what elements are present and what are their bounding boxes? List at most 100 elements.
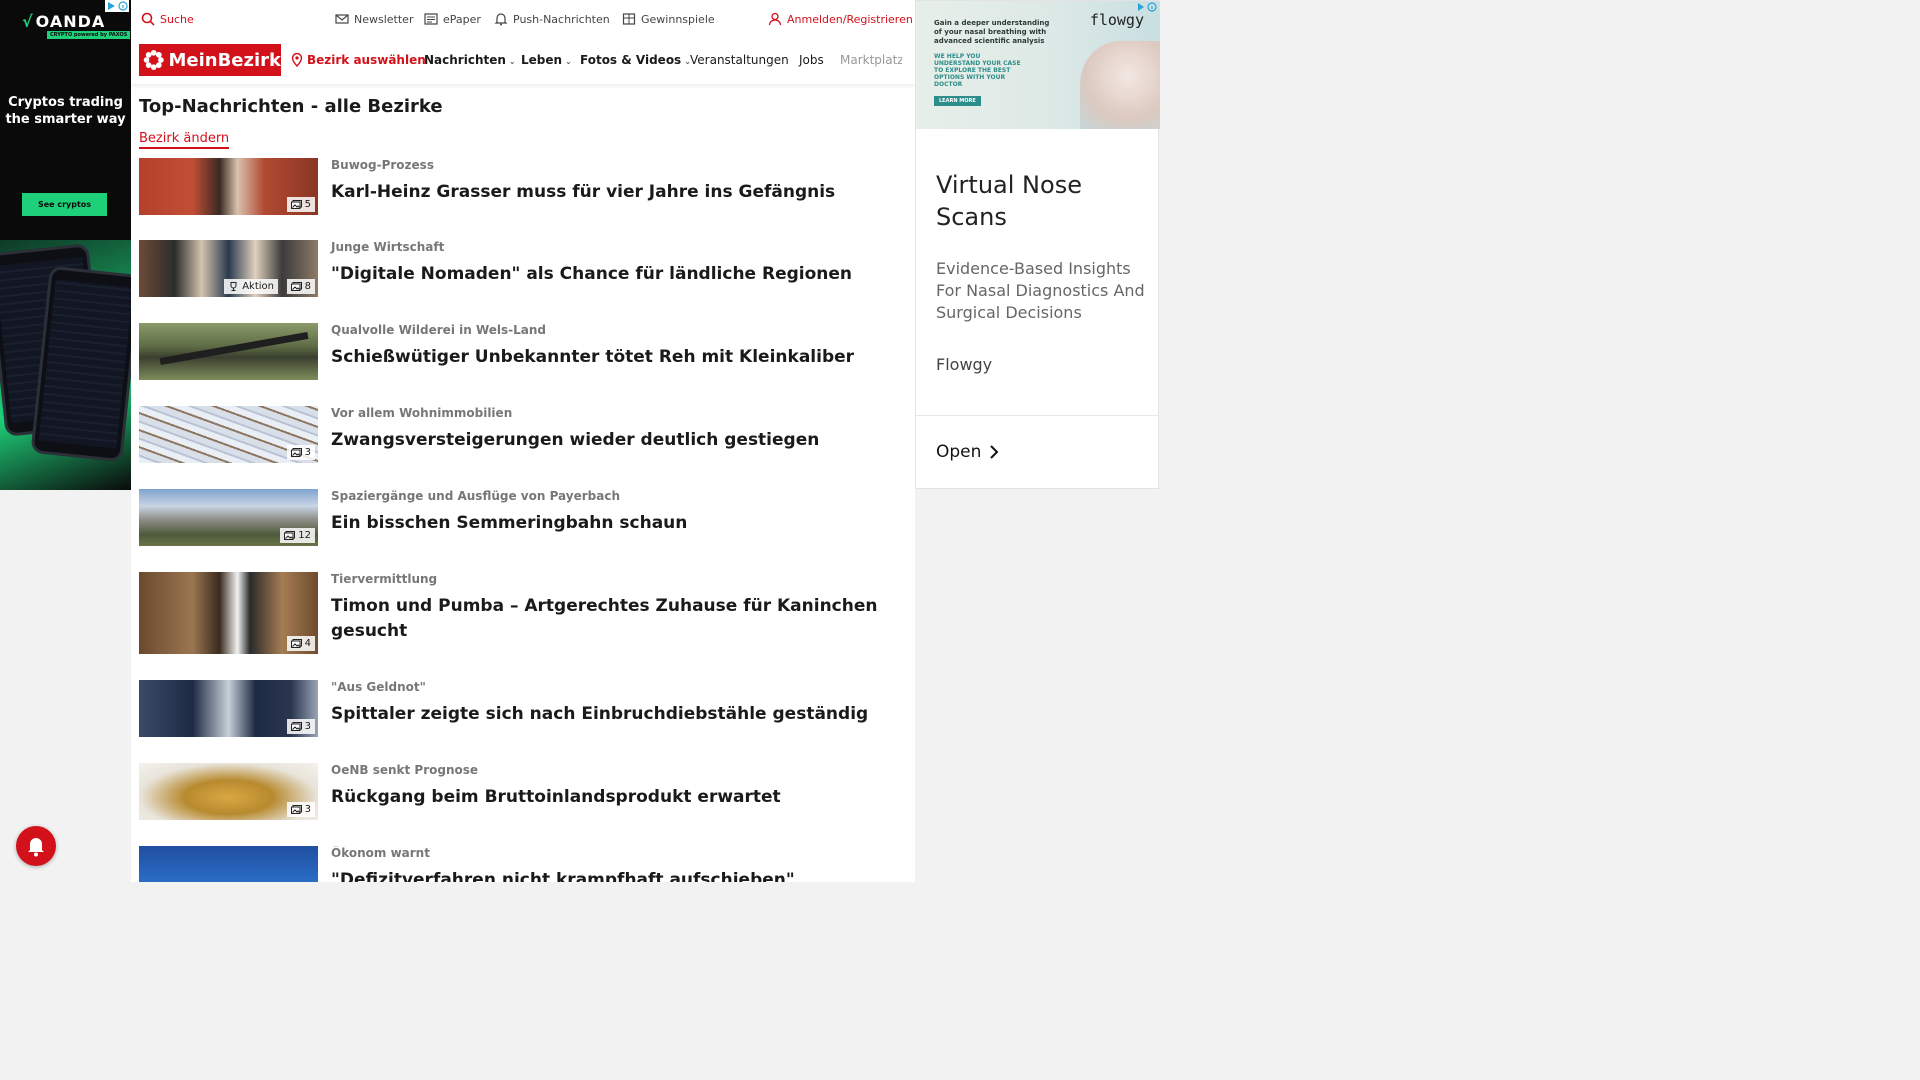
- flowgy-logo: flowgy: [1089, 11, 1144, 29]
- article-headline[interactable]: "Digitale Nomaden" als Chance für ländli…: [331, 262, 891, 287]
- search-link[interactable]: Suche: [141, 12, 194, 26]
- change-district-link[interactable]: Bezirk ändern: [139, 131, 230, 149]
- top-utility-bar: Suche Newsletter ePaper Push-Nachrichten…: [131, 0, 915, 38]
- meinbezirk-logo[interactable]: MeinBezirk: [139, 44, 281, 76]
- nav-nachrichten[interactable]: Nachrichten ⌄: [424, 53, 516, 67]
- main-navigation: MeinBezirk Bezirk auswählen Nachrichten ⌄…: [131, 38, 915, 84]
- ad-open-button[interactable]: Open: [936, 442, 999, 462]
- ad-description: Evidence-Based Insights For Nasal Diagno…: [936, 259, 1145, 322]
- article-headline[interactable]: Karl-Heinz Grasser muss für vier Jahre i…: [331, 180, 891, 205]
- photo-count-badge: 4: [286, 636, 315, 651]
- main-content: Suche Newsletter ePaper Push-Nachrichten…: [131, 0, 915, 882]
- article-item[interactable]: 3 Vor allem Wohnimmobilien Zwangsverstei…: [139, 406, 909, 466]
- bell-icon: [28, 838, 44, 857]
- nav-nachrichten-label: Nachrichten: [424, 53, 506, 67]
- right-advertisement[interactable]: Gain a deeper understanding of your nasa…: [915, 0, 1160, 489]
- article-thumbnail[interactable]: 4: [139, 572, 318, 654]
- woman-nose-image: [1080, 41, 1160, 129]
- article-thumbnail[interactable]: [139, 846, 318, 882]
- nav-jobs[interactable]: Jobs: [799, 53, 824, 67]
- nav-leben[interactable]: Leben ⌄: [521, 53, 572, 67]
- location-pin-icon: [291, 53, 303, 67]
- nav-leben-label: Leben: [521, 53, 563, 67]
- article-item[interactable]: 4 Tiervermittlung Timon und Pumba – Artg…: [139, 572, 909, 656]
- photo-count-badge: 12: [280, 528, 315, 543]
- sweepstakes-link[interactable]: Gewinnspiele: [622, 12, 715, 26]
- article-thumbnail[interactable]: 12: [139, 489, 318, 546]
- image-gallery-icon: [290, 722, 302, 731]
- article-item[interactable]: Qualvolle Wilderei in Wels-Land Schießwü…: [139, 323, 909, 383]
- photo-count-badge: 5: [286, 197, 315, 212]
- ad-banner-subtext: WE HELP YOU UNDERSTAND YOUR CASE TO EXPL…: [934, 53, 1021, 88]
- article-headline[interactable]: Rückgang beim Bruttoinlandsprodukt erwar…: [331, 785, 891, 810]
- oanda-logo: √ OANDA: [22, 12, 106, 31]
- ad-advertiser-name: Flowgy: [936, 355, 993, 374]
- ad-banner-headline: Gain a deeper understanding of your nasa…: [934, 19, 1050, 45]
- article-headline[interactable]: Zwangsversteigerungen wieder deutlich ge…: [331, 428, 891, 453]
- image-gallery-icon: [290, 282, 302, 291]
- epaper-label: ePaper: [443, 12, 481, 26]
- adchoices-icon[interactable]: [1136, 1, 1158, 13]
- newspaper-icon: [424, 13, 438, 25]
- bell-icon: [494, 13, 508, 26]
- login-register-link[interactable]: Anmelden/Registrieren: [768, 12, 913, 26]
- adchoices-icon[interactable]: [105, 0, 129, 12]
- search-label: Suche: [160, 12, 194, 26]
- photo-count-badge: 8: [286, 279, 315, 294]
- push-label: Push-Nachrichten: [513, 12, 610, 26]
- ad-banner-image[interactable]: Gain a deeper understanding of your nasa…: [916, 1, 1160, 129]
- article-headline[interactable]: Ein bisschen Semmeringbahn schaun: [331, 511, 891, 536]
- newsletter-link[interactable]: Newsletter: [335, 12, 413, 26]
- chevron-right-icon: [990, 445, 999, 459]
- nav-fotos-videos[interactable]: Fotos & Videos ⌄: [580, 53, 691, 67]
- article-item[interactable]: Aktion 8 Junge Wirtschaft "Digitale Noma…: [139, 240, 909, 300]
- article-kicker: Spaziergänge und Ausflüge von Payerbach: [331, 489, 621, 503]
- article-item[interactable]: Ökonom warnt "Defizitverfahren nicht kra…: [139, 846, 909, 882]
- article-thumbnail[interactable]: 3: [139, 763, 318, 820]
- epaper-link[interactable]: ePaper: [424, 12, 481, 26]
- article-kicker: Qualvolle Wilderei in Wels-Land: [331, 323, 546, 337]
- image-gallery-icon: [290, 639, 302, 648]
- chevron-down-icon: ⌄: [565, 57, 572, 66]
- open-label: Open: [936, 442, 982, 462]
- left-advertisement[interactable]: √ OANDA CRYPTO powered by PAXOS Cryptos t…: [0, 0, 131, 490]
- article-thumbnail[interactable]: 5: [139, 158, 318, 215]
- article-headline[interactable]: "Defizitverfahren nicht krampfhaft aufsc…: [331, 868, 891, 882]
- article-headline[interactable]: Schießwütiger Unbekannter tötet Reh mit …: [331, 345, 891, 370]
- notification-bell-button[interactable]: [16, 826, 56, 866]
- article-thumbnail[interactable]: 3: [139, 406, 318, 463]
- see-cryptos-button[interactable]: See cryptos: [22, 193, 107, 216]
- article-kicker: Buwog-Prozess: [331, 158, 434, 172]
- article-thumbnail[interactable]: Aktion 8: [139, 240, 318, 297]
- article-item[interactable]: 5 Buwog-Prozess Karl-Heinz Grasser muss …: [139, 158, 909, 218]
- nav-veranstaltungen[interactable]: Veranstaltungen: [690, 53, 789, 67]
- mail-icon: [335, 14, 349, 24]
- article-item[interactable]: 3 "Aus Geldnot" Spittaler zeigte sich na…: [139, 680, 909, 740]
- ad-title[interactable]: Virtual Nose Scans: [936, 169, 1136, 233]
- article-kicker: Junge Wirtschaft: [331, 240, 445, 254]
- newsletter-label: Newsletter: [354, 12, 414, 26]
- push-notifications-link[interactable]: Push-Nachrichten: [494, 12, 610, 26]
- article-item[interactable]: 3 OeNB senkt Prognose Rückgang beim Brut…: [139, 763, 909, 823]
- ad-divider: [916, 415, 1158, 416]
- article-thumbnail[interactable]: [139, 323, 318, 380]
- section-title: Top-Nachrichten - alle Bezirke: [139, 96, 443, 117]
- select-district-button[interactable]: Bezirk auswählen: [291, 53, 426, 67]
- article-headline[interactable]: Spittaler zeigte sich nach Einbruchdiebs…: [331, 702, 891, 727]
- action-badge: Aktion: [224, 279, 278, 294]
- image-gallery-icon: [290, 200, 302, 209]
- article-item[interactable]: 12 Spaziergänge und Ausflüge von Payerba…: [139, 489, 909, 549]
- nav-fotos-videos-label: Fotos & Videos: [580, 53, 682, 67]
- image-gallery-icon: [290, 805, 302, 814]
- learn-more-button[interactable]: LEARN MORE: [934, 96, 981, 106]
- logo-flower-icon: [143, 49, 164, 71]
- ad-tagline: Cryptos trading the smarter way: [5, 95, 126, 127]
- photo-count-badge: 3: [286, 445, 315, 460]
- article-headline[interactable]: Timon und Pumba – Artgerechtes Zuhause f…: [331, 594, 891, 644]
- nav-marktplatz[interactable]: Marktplatz: [840, 53, 902, 67]
- article-kicker: OeNB senkt Prognose: [331, 763, 479, 777]
- rifle-shape: [159, 332, 309, 365]
- oanda-sublabel: CRYPTO powered by PAXOS: [47, 31, 131, 39]
- article-thumbnail[interactable]: 3: [139, 680, 318, 737]
- image-gallery-icon: [284, 531, 296, 540]
